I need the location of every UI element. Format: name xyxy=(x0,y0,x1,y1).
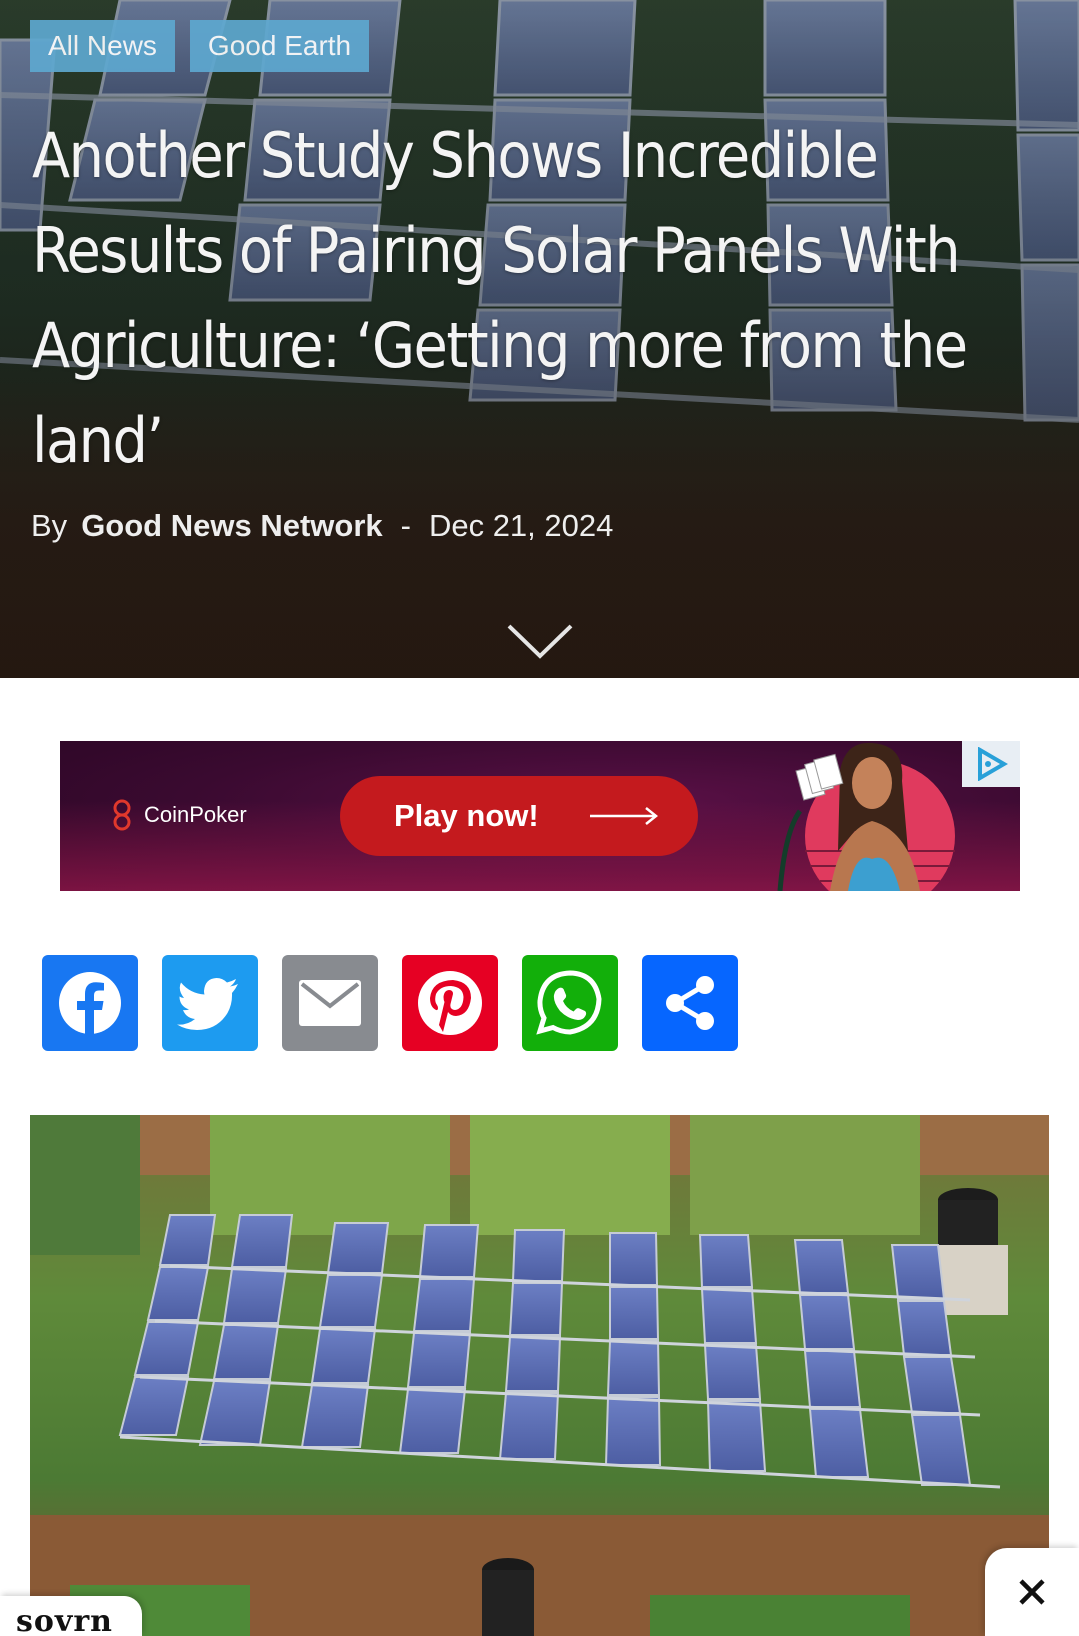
byline-prefix: By xyxy=(31,508,68,543)
facebook-share-button[interactable] xyxy=(42,955,138,1051)
chevron-down-icon[interactable] xyxy=(505,622,575,662)
ad-play-button[interactable]: Play now! xyxy=(340,776,698,856)
whatsapp-share-button[interactable] xyxy=(522,955,618,1051)
ad-logo: CoinPoker xyxy=(112,798,247,832)
ad-brand: CoinPoker xyxy=(144,802,247,827)
email-icon xyxy=(299,980,361,1026)
adchoices-icon[interactable] xyxy=(962,741,1020,787)
pinterest-icon xyxy=(418,971,482,1035)
arrow-right-icon xyxy=(590,807,659,825)
close-icon xyxy=(1019,1579,1045,1605)
close-ad-button[interactable] xyxy=(985,1548,1079,1636)
generic-share-button[interactable] xyxy=(642,955,738,1051)
article-feature-image xyxy=(30,1115,1049,1636)
ad-cta-label: Play now! xyxy=(394,798,539,833)
tag-all-news[interactable]: All News xyxy=(30,20,175,72)
ad-illustration xyxy=(777,742,955,891)
sovrn-logo-text: sovrn xyxy=(16,1604,113,1636)
twitter-icon xyxy=(177,978,238,1030)
publish-date: Dec 21, 2024 xyxy=(428,508,614,543)
solar-farm-photo xyxy=(30,1115,1049,1636)
coinpoker-logo-icon xyxy=(113,799,131,831)
share-icon xyxy=(666,976,714,1030)
article-hero: All News Good Earth Another Study Shows … xyxy=(0,0,1079,678)
pinterest-share-button[interactable] xyxy=(402,955,498,1051)
byline-separator: - xyxy=(400,508,411,543)
twitter-share-button[interactable] xyxy=(162,955,258,1051)
author-link[interactable]: Good News Network xyxy=(81,508,382,544)
sovrn-logo-tab[interactable]: sovrn xyxy=(0,1596,142,1636)
share-bar xyxy=(42,955,738,1051)
advertisement-banner[interactable]: CoinPoker Play now! xyxy=(60,741,1020,891)
facebook-icon xyxy=(59,972,121,1034)
article-title: Another Study Shows Incredible Results o… xyxy=(32,119,968,477)
byline: By Good News Network - Dec 21, 2024 xyxy=(31,508,613,544)
category-tags: All News Good Earth xyxy=(30,20,370,72)
email-share-button[interactable] xyxy=(282,955,378,1051)
adchoices-glyph xyxy=(978,747,1008,781)
whatsapp-icon xyxy=(536,970,602,1035)
tag-good-earth[interactable]: Good Earth xyxy=(189,20,370,72)
